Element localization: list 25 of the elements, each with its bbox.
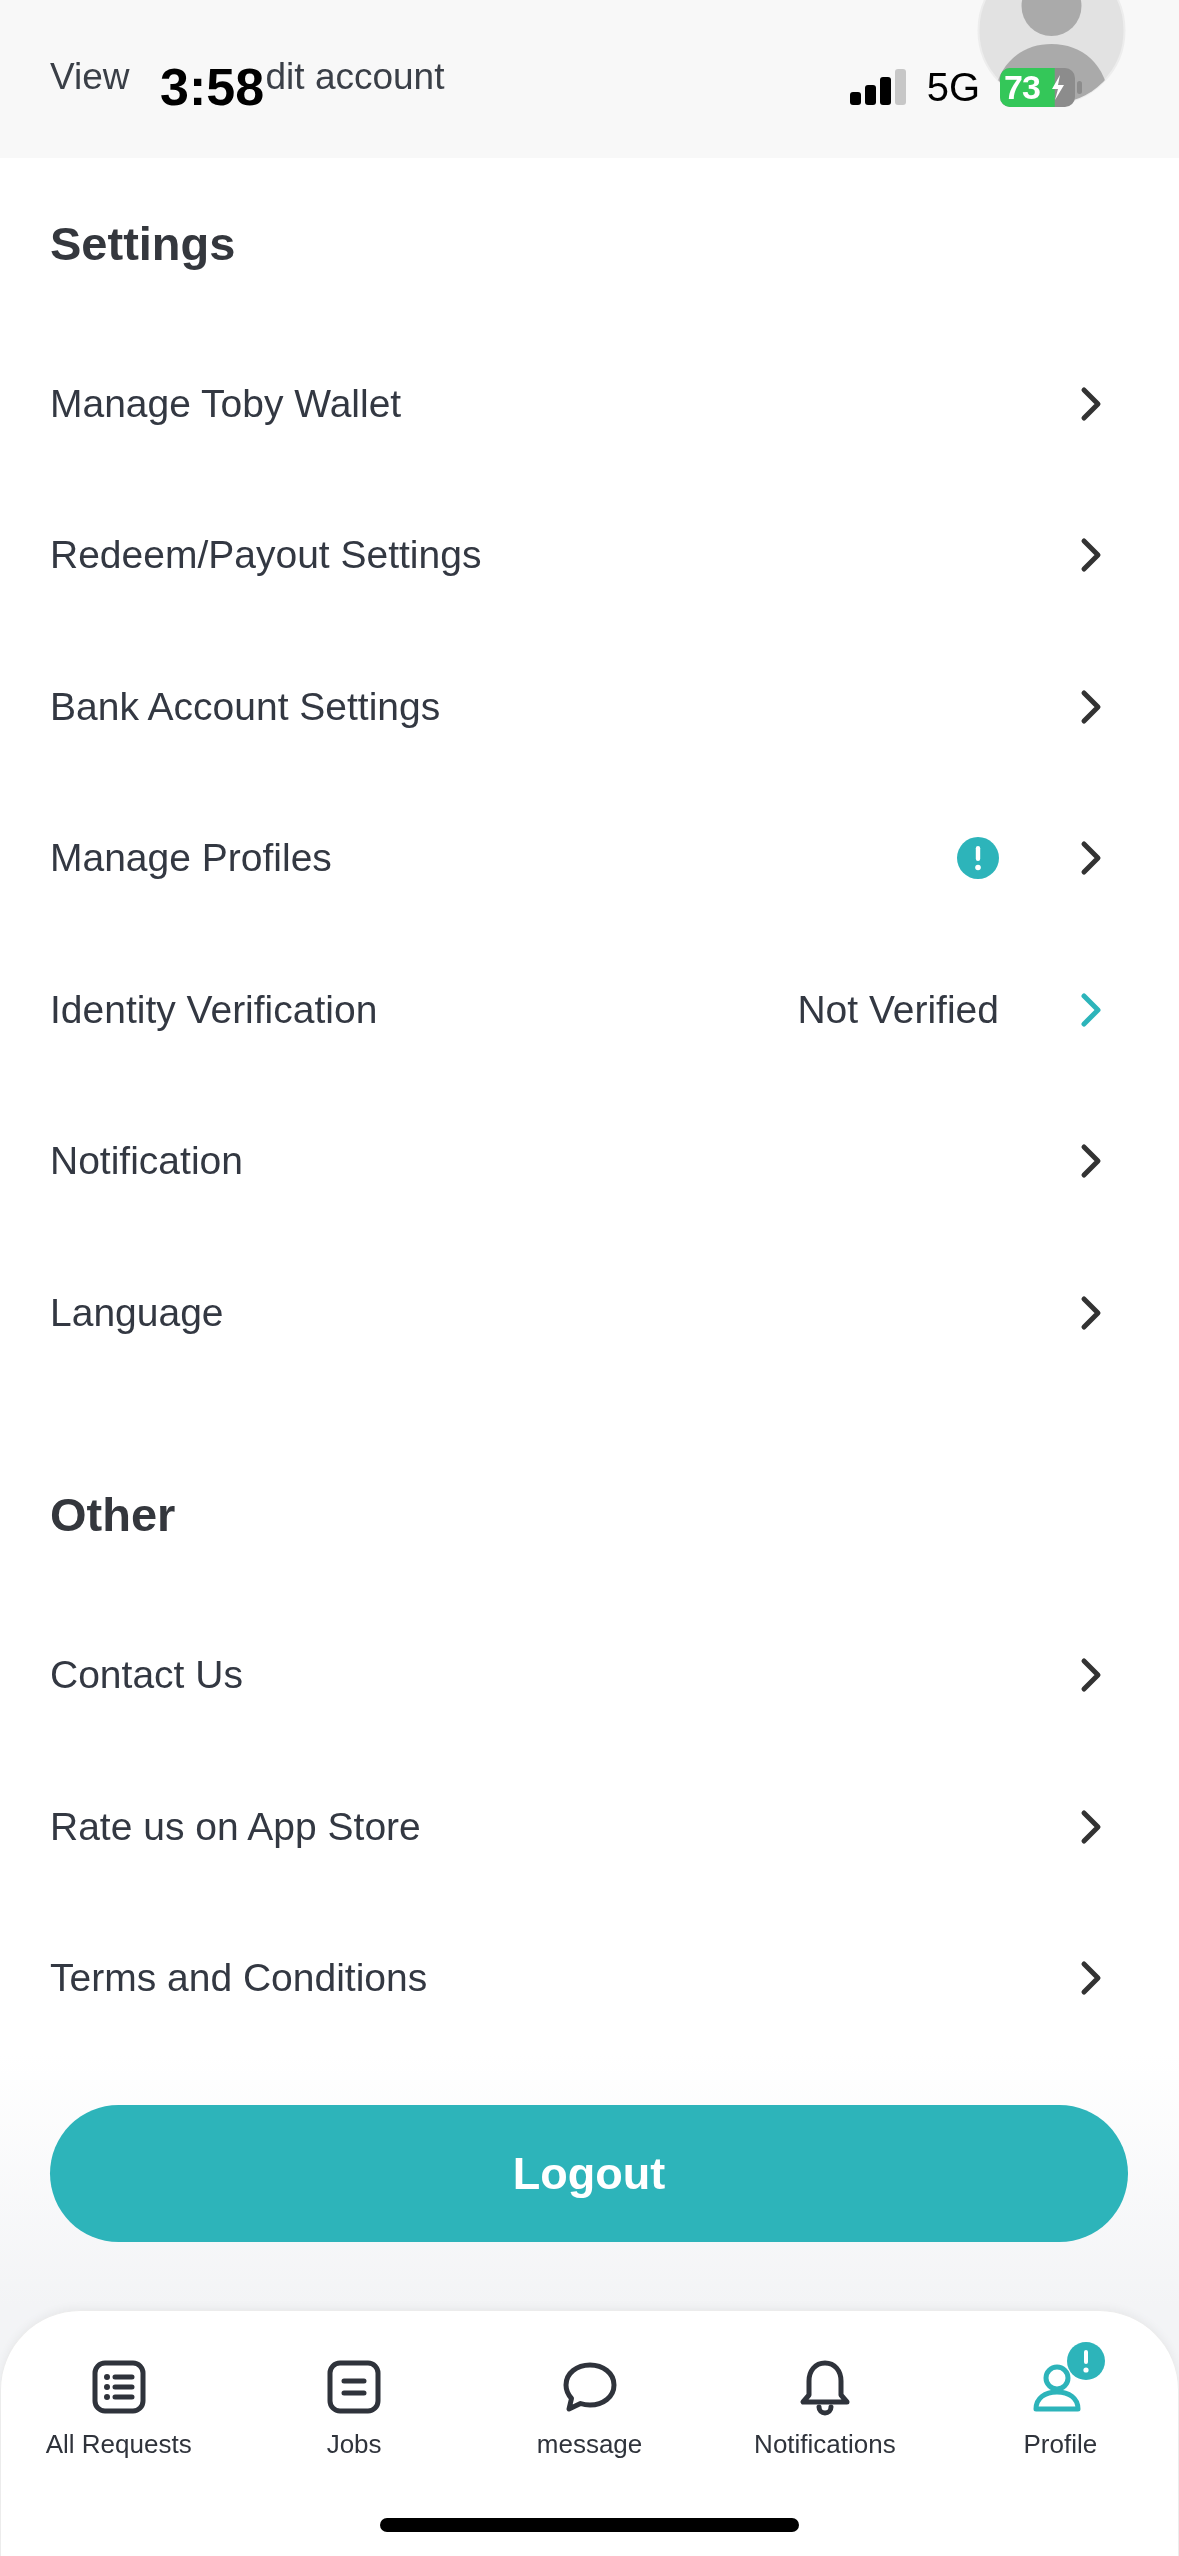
menu-row[interactable]: Language xyxy=(0,1237,1179,1389)
document-icon xyxy=(325,2358,384,2416)
menu-row[interactable]: Notification xyxy=(0,1085,1179,1237)
menu-row[interactable]: Contact Us xyxy=(0,1599,1179,1751)
tab[interactable]: Jobs xyxy=(236,2336,472,2459)
tab[interactable]: Notifications xyxy=(707,2336,943,2459)
time-text: 3:58 xyxy=(160,57,265,117)
network-text: 5G xyxy=(926,64,980,110)
tab[interactable]: Profile xyxy=(942,2336,1179,2459)
account-link[interactable]: View xyxy=(50,55,130,99)
section-heading: Other xyxy=(49,1487,177,1543)
tab[interactable]: All Requests xyxy=(1,2336,237,2459)
battery-percentage-text: 73 xyxy=(1004,67,1040,107)
status-text: Not Verified xyxy=(797,987,999,1032)
section-heading: Settings xyxy=(49,215,237,272)
account-link[interactable]: dit account xyxy=(265,55,445,99)
menu-row[interactable]: Redeem/Payout Settings xyxy=(0,479,1179,631)
menu-row[interactable]: Identity Verification Not Verified xyxy=(0,934,1179,1086)
menu-row[interactable]: Bank Account Settings xyxy=(0,631,1179,783)
tab[interactable]: message xyxy=(471,2336,708,2459)
menu-row[interactable]: Rate us on App Store xyxy=(0,1751,1179,1903)
menu-row[interactable]: Manage Toby Wallet xyxy=(0,328,1179,480)
menu-row[interactable]: Terms and Conditions xyxy=(0,1902,1179,2054)
menu-row[interactable]: Manage Profiles xyxy=(0,782,1179,934)
signal-icon xyxy=(849,69,907,105)
